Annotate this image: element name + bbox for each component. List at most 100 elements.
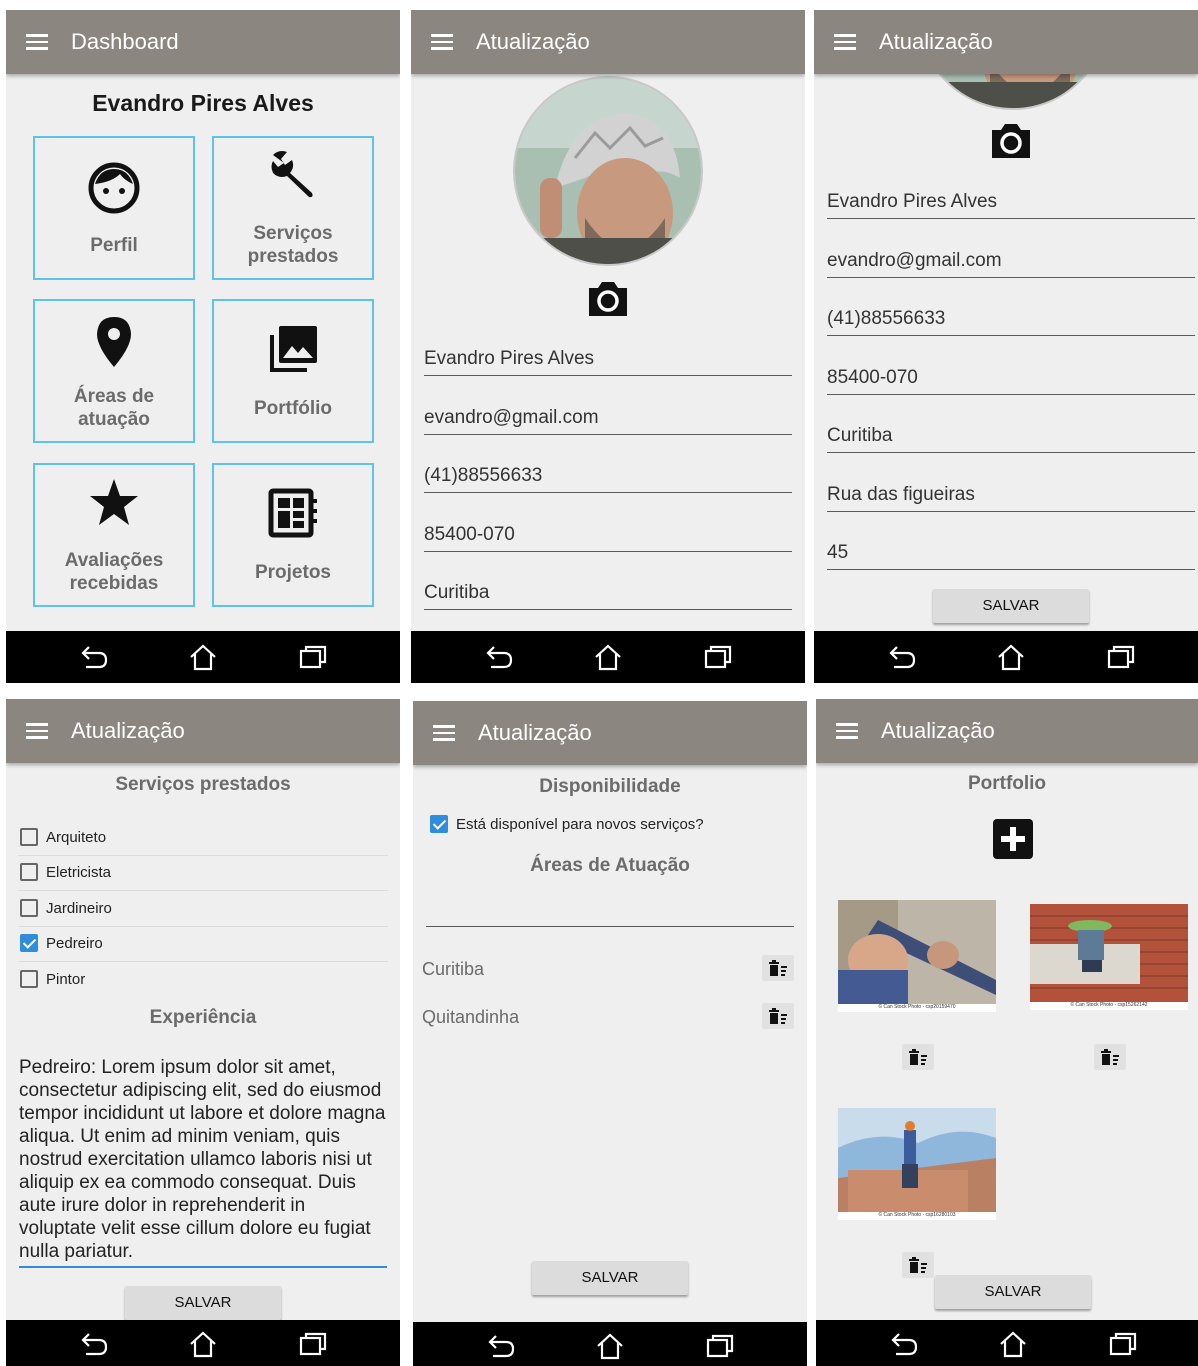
area-input[interactable]	[426, 897, 794, 924]
app-bar: Atualização	[814, 10, 1198, 74]
name-input[interactable]	[424, 348, 792, 375]
screen-dashboard: Dashboard Evandro Pires Alves Perfil Ser…	[6, 10, 400, 683]
back-icon[interactable]	[79, 643, 109, 671]
phone-field[interactable]	[827, 308, 1195, 336]
tile-servicos[interactable]: Serviços prestados	[212, 136, 374, 280]
cep-input[interactable]	[424, 524, 792, 551]
street-input[interactable]	[827, 484, 1195, 511]
name-field[interactable]	[424, 348, 792, 376]
app-bar: Atualização	[413, 701, 807, 765]
number-field[interactable]	[827, 542, 1195, 570]
camera-icon[interactable]	[989, 120, 1033, 160]
area-input-field[interactable]	[426, 897, 794, 927]
back-icon[interactable]	[486, 1332, 516, 1360]
app-bar-title: Atualização	[71, 718, 185, 743]
portfolio-photo[interactable]: © Can Stock Photo - csp16280103	[838, 1108, 996, 1220]
available-checkbox[interactable]	[430, 815, 448, 833]
menu-icon[interactable]	[26, 34, 48, 50]
screen-portfolio: Atualização Portfolio © Can Stock Photo …	[816, 699, 1198, 1366]
number-input[interactable]	[827, 542, 1195, 569]
tile-areas[interactable]: Áreas de atuação	[33, 299, 195, 443]
recents-icon[interactable]	[1106, 643, 1136, 671]
home-icon[interactable]	[996, 643, 1026, 671]
photo-caption: © Can Stock Photo - csp16280103	[878, 1212, 956, 1218]
save-button[interactable]: SALVAR	[933, 589, 1089, 623]
tile-avaliacoes[interactable]: Avaliações recebidas	[33, 463, 195, 607]
back-icon[interactable]	[484, 643, 514, 671]
delete-icon[interactable]	[762, 1003, 794, 1029]
home-icon[interactable]	[593, 643, 623, 671]
home-icon[interactable]	[188, 1330, 218, 1358]
email-input[interactable]	[424, 407, 792, 434]
system-nav-bar	[411, 631, 805, 683]
back-icon[interactable]	[889, 1330, 919, 1358]
portfolio-section-title: Portfolio	[967, 773, 1047, 794]
app-bar: Atualização	[411, 10, 805, 74]
save-button[interactable]: SALVAR	[532, 1261, 688, 1295]
menu-icon[interactable]	[433, 725, 455, 741]
home-icon[interactable]	[188, 643, 218, 671]
screen-profile-bottom: Atualização SALVAR	[814, 10, 1198, 683]
service-row[interactable]: Jardineiro	[18, 892, 388, 927]
tile-projetos[interactable]: Projetos	[212, 463, 374, 607]
tile-portfolio[interactable]: Portfólio	[212, 299, 374, 443]
tile-label: Perfil	[90, 235, 138, 256]
city-input[interactable]	[424, 582, 792, 609]
checkbox[interactable]	[20, 899, 38, 917]
recents-icon[interactable]	[1108, 1330, 1138, 1358]
phone-field[interactable]	[424, 465, 792, 493]
checkbox[interactable]	[20, 863, 38, 881]
tile-label-2: prestados	[247, 246, 339, 267]
name-input[interactable]	[827, 191, 1195, 218]
back-icon[interactable]	[887, 643, 917, 671]
menu-icon[interactable]	[26, 723, 48, 739]
phone-input[interactable]	[424, 465, 792, 492]
recents-icon[interactable]	[298, 1330, 328, 1358]
street-field[interactable]	[827, 484, 1195, 512]
delete-icon[interactable]	[1094, 1044, 1126, 1070]
checkbox[interactable]	[20, 828, 38, 846]
name-field[interactable]	[827, 191, 1195, 219]
checkbox[interactable]	[20, 970, 38, 988]
cep-input[interactable]	[827, 367, 1195, 394]
service-row[interactable]: Pintor	[18, 963, 388, 998]
portfolio-photo[interactable]: © Can Stock Photo - csp20159470	[838, 900, 996, 1012]
cep-field[interactable]	[424, 524, 792, 552]
email-input[interactable]	[827, 250, 1195, 277]
service-row[interactable]: Arquiteto	[18, 821, 388, 856]
tile-perfil[interactable]: Perfil	[33, 136, 195, 280]
phone-input[interactable]	[827, 308, 1195, 335]
email-field[interactable]	[424, 407, 792, 435]
save-button[interactable]: SALVAR	[935, 1275, 1091, 1309]
projects-icon	[268, 488, 317, 538]
cep-field[interactable]	[827, 367, 1195, 395]
delete-icon[interactable]	[762, 955, 794, 981]
city-input[interactable]	[827, 425, 1195, 452]
city-field[interactable]	[424, 582, 792, 610]
email-field[interactable]	[827, 250, 1195, 278]
experience-section-title: Experiência	[149, 1007, 257, 1028]
service-row[interactable]: Pedreiro	[18, 927, 388, 962]
add-photo-icon[interactable]	[993, 819, 1033, 859]
recents-icon[interactable]	[705, 1332, 735, 1360]
portfolio-photo[interactable]: © Can Stock Photo - csp15262142	[1030, 904, 1188, 1010]
availability-row[interactable]: Está disponível para novos serviços?	[428, 808, 795, 843]
recents-icon[interactable]	[298, 643, 328, 671]
service-row[interactable]: Eletricista	[18, 856, 388, 891]
delete-icon[interactable]	[902, 1252, 934, 1278]
back-icon[interactable]	[79, 1330, 109, 1358]
menu-icon[interactable]	[431, 34, 453, 50]
home-icon[interactable]	[595, 1332, 625, 1360]
area-item: Quitandinha	[422, 1007, 520, 1027]
menu-icon[interactable]	[834, 34, 856, 50]
camera-icon[interactable]	[586, 278, 630, 318]
city-field[interactable]	[827, 425, 1195, 453]
home-icon[interactable]	[998, 1330, 1028, 1358]
save-button[interactable]: SALVAR	[125, 1286, 281, 1320]
experience-textarea[interactable]: Pedreiro: Lorem ipsum dolor sit amet, co…	[19, 1056, 387, 1268]
menu-icon[interactable]	[836, 723, 858, 739]
screen-profile-top: Atualização	[411, 10, 805, 683]
recents-icon[interactable]	[703, 643, 733, 671]
checkbox[interactable]	[20, 934, 38, 952]
delete-icon[interactable]	[902, 1044, 934, 1070]
